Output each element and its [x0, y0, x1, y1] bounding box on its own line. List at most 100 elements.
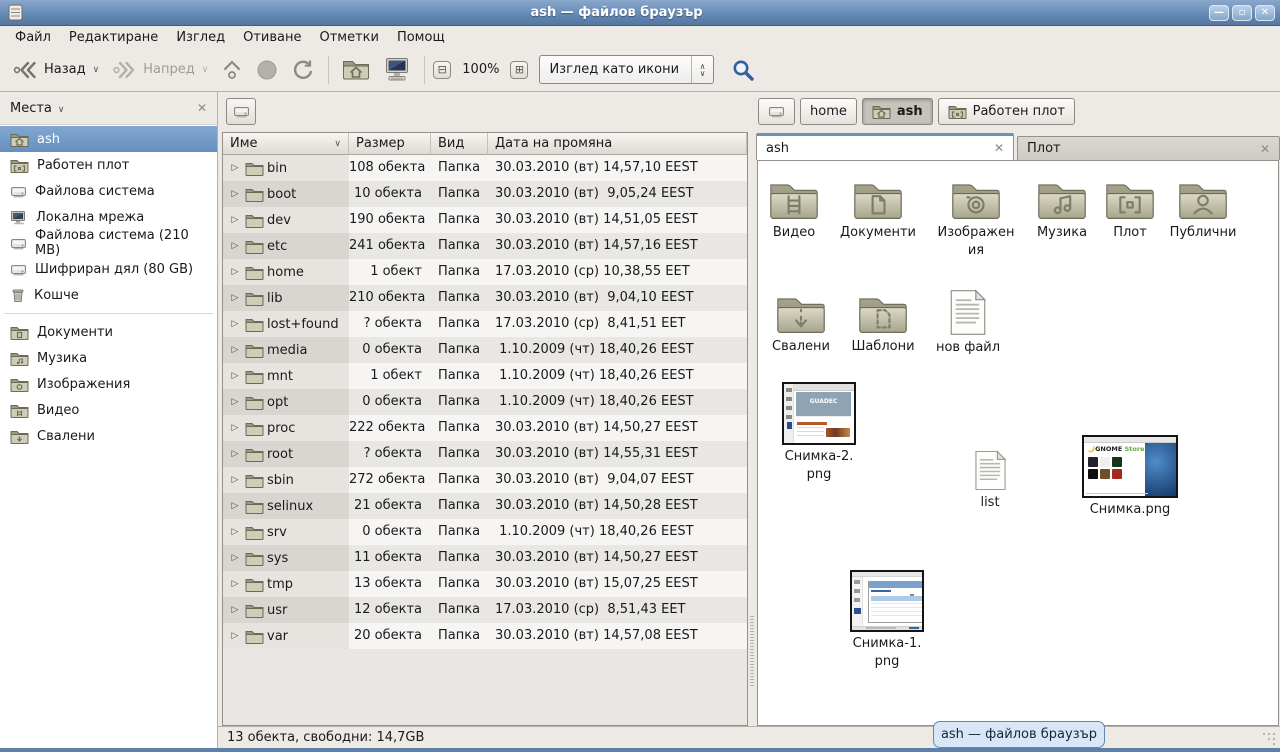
splitter-grip[interactable] — [750, 616, 754, 686]
icon-item-documents[interactable]: Документи — [835, 179, 921, 242]
resize-grip[interactable] — [1262, 732, 1277, 745]
table-row-sbin[interactable]: ▷sbin272 обектаПапка30.03.2010 (вт) 9,04… — [223, 467, 747, 493]
icon-item-downloads[interactable]: Свалени — [759, 293, 843, 356]
icon-item-desktop[interactable]: Плот — [1095, 179, 1165, 242]
sidebar-item-downloads[interactable]: Свалени — [0, 423, 217, 449]
icon-item-snimka1[interactable]: Снимка-1.png — [850, 570, 924, 671]
column-header-3[interactable]: Вид — [431, 133, 488, 155]
tab-close-icon[interactable]: ✕ — [1260, 142, 1270, 156]
minimize-button[interactable]: — — [1209, 5, 1229, 21]
sidebar-item-filesystem[interactable]: Файлова система — [0, 178, 217, 204]
expander-icon[interactable]: ▷ — [228, 189, 242, 199]
expander-icon[interactable]: ▷ — [228, 631, 242, 641]
icon-item-newfile[interactable]: нов файл — [926, 289, 1010, 357]
menu-6[interactable]: Помощ — [388, 28, 454, 47]
expander-icon[interactable]: ▷ — [228, 293, 242, 303]
home-button[interactable] — [337, 53, 375, 86]
table-row-mnt[interactable]: ▷mnt1 обектПапка 1.10.2009 (чт) 18,40,26… — [223, 363, 747, 389]
table-row-usr[interactable]: ▷usr12 обектаПапка17.03.2010 (ср) 8,51,4… — [223, 597, 747, 623]
table-row-bin[interactable]: ▷bin108 обектаПапка30.03.2010 (вт) 14,57… — [223, 155, 747, 181]
stop-button[interactable] — [251, 54, 283, 86]
sidebar-item-music[interactable]: Музика — [0, 345, 217, 371]
sidebar-item-encrypted[interactable]: Шифриран дял (80 GB) — [0, 256, 217, 282]
up-button[interactable] — [216, 53, 248, 87]
icon-item-music[interactable]: Музика — [1020, 179, 1104, 242]
back-dropdown-icon[interactable]: ∨ — [93, 65, 100, 75]
table-row-dev[interactable]: ▷dev190 обектаПапка30.03.2010 (вт) 14,51… — [223, 207, 747, 233]
icon-item-pictures[interactable]: Изображения — [934, 179, 1018, 260]
menu-4[interactable]: Отиване — [234, 28, 310, 47]
pathbar-button-desktop[interactable]: Работен плот — [938, 98, 1075, 125]
expander-icon[interactable]: ▷ — [228, 553, 242, 563]
expander-icon[interactable]: ▷ — [228, 319, 242, 329]
close-button[interactable]: ✕ — [1255, 5, 1275, 21]
forward-button[interactable]: Напред ∨ — [107, 55, 213, 85]
expander-icon[interactable]: ▷ — [228, 345, 242, 355]
sidebar-item-desktop[interactable]: Работен плот — [0, 152, 217, 178]
menu-5[interactable]: Отметки — [310, 28, 387, 47]
location-button[interactable] — [226, 98, 256, 125]
sidebar-item-video[interactable]: Видео — [0, 397, 217, 423]
back-button[interactable]: Назад ∨ — [8, 55, 104, 85]
table-row-proc[interactable]: ▷proc222 обектаПапка30.03.2010 (вт) 14,5… — [223, 415, 747, 441]
maximize-button[interactable]: ▫ — [1232, 5, 1252, 21]
forward-dropdown-icon[interactable]: ∨ — [202, 65, 209, 75]
table-row-srv[interactable]: ▷srv0 обектаПапка 1.10.2009 (чт) 18,40,2… — [223, 519, 747, 545]
table-row-media[interactable]: ▷media0 обектаПапка 1.10.2009 (чт) 18,40… — [223, 337, 747, 363]
expander-icon[interactable]: ▷ — [228, 501, 242, 511]
table-row-selinux[interactable]: ▷selinux21 обектаПапка30.03.2010 (вт) 14… — [223, 493, 747, 519]
expander-icon[interactable]: ▷ — [228, 371, 242, 381]
computer-button[interactable] — [378, 52, 416, 88]
pathbar-button-root[interactable] — [758, 98, 795, 125]
table-row-tmp[interactable]: ▷tmp13 обектаПапка30.03.2010 (вт) 15,07,… — [223, 571, 747, 597]
sidebar-item-trash[interactable]: Кошче — [0, 282, 217, 308]
icon-item-snimka2[interactable]: GUADECСнимка-2.png — [782, 382, 856, 484]
expander-icon[interactable]: ▷ — [228, 241, 242, 251]
sidebar-item-network[interactable]: Локална мрежа — [0, 204, 217, 230]
menu-3[interactable]: Изглед — [167, 28, 234, 47]
sidebar-item-documents[interactable]: Документи — [0, 319, 217, 345]
table-row-etc[interactable]: ▷etc241 обектаПапка30.03.2010 (вт) 14,57… — [223, 233, 747, 259]
icon-item-templates[interactable]: Шаблони — [841, 293, 925, 356]
table-row-root[interactable]: ▷root? обектаПапка30.03.2010 (вт) 14,55,… — [223, 441, 747, 467]
search-button[interactable] — [727, 54, 759, 86]
zoom-out-button[interactable]: ⊟ — [433, 61, 451, 79]
expander-icon[interactable]: ▷ — [228, 605, 242, 615]
expander-icon[interactable]: ▷ — [228, 267, 242, 277]
icon-item-snimka[interactable]: 🌙​GNOME StoreСнимка.png — [1082, 435, 1178, 519]
tab-close-icon[interactable]: ✕ — [994, 141, 1004, 155]
table-row-home[interactable]: ▷home1 обектПапка17.03.2010 (ср) 10,38,5… — [223, 259, 747, 285]
expander-icon[interactable]: ▷ — [228, 163, 242, 173]
expander-icon[interactable]: ▷ — [228, 423, 242, 433]
column-header-2[interactable]: Размер — [349, 133, 431, 155]
table-row-boot[interactable]: ▷boot10 обектаПапка30.03.2010 (вт) 9,05,… — [223, 181, 747, 207]
sidebar-item-filesystem-210[interactable]: Файлова система (210 MB) — [0, 230, 217, 256]
expander-icon[interactable]: ▷ — [228, 215, 242, 225]
window-icon[interactable] — [7, 4, 24, 21]
table-row-var[interactable]: ▷var20 обектаПапка30.03.2010 (вт) 14,57,… — [223, 623, 747, 649]
tab-Плот[interactable]: Плот✕ — [1017, 136, 1280, 160]
tab-ash[interactable]: ash✕ — [756, 133, 1014, 160]
icon-item-list[interactable]: list — [960, 450, 1020, 512]
table-row-sys[interactable]: ▷sys11 обектаПапка30.03.2010 (вт) 14,50,… — [223, 545, 747, 571]
view-mode-dropdown[interactable]: Изглед като икони ∧∨ — [539, 55, 714, 84]
column-header-1[interactable]: Име∨ — [223, 133, 349, 155]
expander-icon[interactable]: ▷ — [228, 449, 242, 459]
sidebar-item-pictures[interactable]: Изображения — [0, 371, 217, 397]
reload-button[interactable] — [286, 53, 320, 87]
sidebar-item-ash[interactable]: ash — [0, 126, 217, 152]
table-row-lost+found[interactable]: ▷lost+found? обектаПапка17.03.2010 (ср) … — [223, 311, 747, 337]
menu-2[interactable]: Редактиране — [60, 28, 167, 47]
expander-icon[interactable]: ▷ — [228, 475, 242, 485]
sidebar-close-icon[interactable]: ✕ — [197, 101, 207, 115]
zoom-in-button[interactable]: ⊞ — [510, 61, 528, 79]
column-header-4[interactable]: Дата на промяна — [488, 133, 747, 155]
expander-icon[interactable]: ▷ — [228, 579, 242, 589]
sidebar-header-dropdown[interactable]: Места ∨ — [10, 101, 65, 116]
table-row-lib[interactable]: ▷lib210 обектаПапка30.03.2010 (вт) 9,04,… — [223, 285, 747, 311]
pathbar-button-home[interactable]: home — [800, 98, 857, 125]
icon-item-video[interactable]: Видео — [757, 179, 836, 242]
table-row-opt[interactable]: ▷opt0 обектаПапка 1.10.2009 (чт) 18,40,2… — [223, 389, 747, 415]
pane-splitter[interactable] — [748, 92, 756, 726]
pathbar-button-ash[interactable]: ash — [862, 98, 933, 125]
